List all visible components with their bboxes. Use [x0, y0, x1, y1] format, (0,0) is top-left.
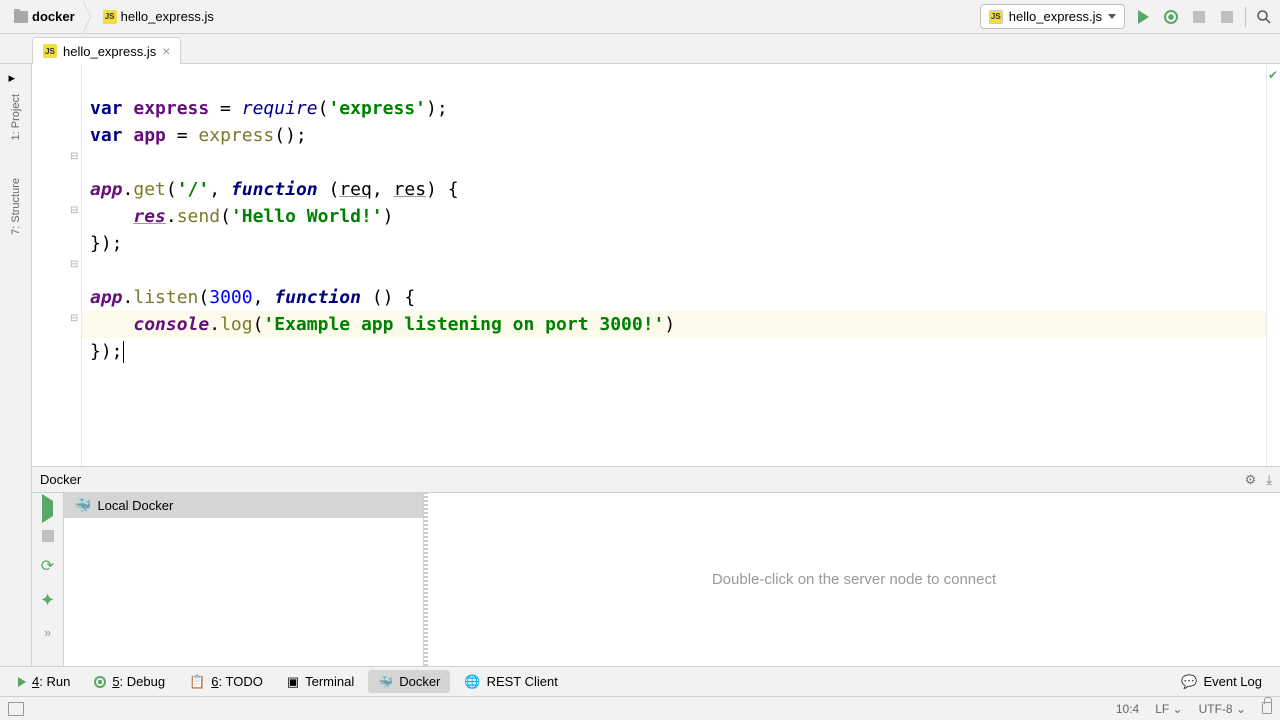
docker-whale-icon: 🐳 — [74, 497, 91, 514]
top-bar: docker JS hello_express.js JS hello_expr… — [0, 0, 1280, 34]
file-tabs: JS hello_express.js × — [0, 34, 1280, 64]
js-file-icon: JS — [43, 44, 57, 58]
docker-toolbar: ⟳ ✦ » — [32, 493, 64, 666]
bottom-tool-tabs: 4: Run 5: Debug 📋6: TODO ▣Terminal 🐳Dock… — [0, 666, 1280, 696]
tab-docker[interactable]: 🐳Docker — [368, 670, 450, 693]
search-icon — [1256, 9, 1272, 25]
status-bar: 10:4 LF ⌄ UTF-8 ⌄ — [0, 696, 1280, 720]
breadcrumb-file[interactable]: JS hello_express.js — [95, 6, 222, 27]
chevron-down-icon — [1108, 14, 1116, 19]
balloon-icon: 💬 — [1181, 674, 1197, 690]
overview-ruler[interactable]: ✔ — [1266, 64, 1280, 466]
line-separator[interactable]: LF ⌄ — [1155, 702, 1182, 716]
tab-rest-client[interactable]: 🌐REST Client — [454, 670, 567, 694]
debug-button[interactable] — [1161, 7, 1181, 27]
play-icon — [18, 677, 26, 687]
js-file-icon: JS — [989, 10, 1003, 24]
file-encoding[interactable]: UTF-8 ⌄ — [1199, 702, 1246, 716]
code-editor[interactable]: ⊟ ⊟ ⊟ ⊟ var express = require('express')… — [32, 64, 1280, 466]
file-tab-label: hello_express.js — [63, 44, 156, 59]
search-button[interactable] — [1254, 7, 1274, 27]
stop-button-2[interactable] — [1217, 7, 1237, 27]
status-right: 10:4 LF ⌄ UTF-8 ⌄ — [1116, 702, 1272, 716]
panel-hide-button[interactable]: ⤓ — [1266, 472, 1272, 488]
left-tool-strip: ▸ 1: Project 7: Structure — [0, 64, 32, 666]
project-tool-button[interactable]: 1: Project — [10, 86, 22, 148]
close-tab-button[interactable]: × — [162, 43, 170, 59]
todo-icon: 📋 — [189, 674, 205, 690]
docker-panel: Docker ⚙ ⤓ ⟳ ✦ » 🐳 Local Docker — [32, 466, 1280, 666]
tab-debug[interactable]: 5: Debug — [84, 670, 175, 693]
file-tab[interactable]: JS hello_express.js × — [32, 37, 181, 64]
code-area[interactable]: var express = require('express'); var ap… — [82, 64, 1266, 466]
bug-icon — [94, 676, 106, 688]
breadcrumb-folder[interactable]: docker — [6, 6, 83, 27]
docker-more-button[interactable]: » — [44, 625, 51, 640]
structure-tool-button[interactable]: 7: Structure — [10, 170, 22, 243]
docker-hint: Double-click on the server node to conne… — [712, 571, 996, 588]
docker-add-button[interactable]: ✦ — [40, 590, 55, 611]
rest-icon: 🌐 — [464, 674, 480, 690]
stop-button[interactable] — [1189, 7, 1209, 27]
js-file-icon: JS — [103, 10, 117, 24]
breadcrumb: docker JS hello_express.js — [6, 6, 980, 27]
breadcrumb-folder-label: docker — [32, 9, 75, 24]
lock-icon[interactable] — [1262, 702, 1272, 714]
inspection-ok-icon: ✔ — [1268, 68, 1278, 82]
terminal-icon: ▣ — [287, 674, 299, 690]
bug-icon — [1164, 10, 1178, 24]
docker-tree[interactable]: 🐳 Local Docker — [64, 493, 424, 666]
tab-run[interactable]: 4: Run — [8, 670, 80, 693]
tab-todo[interactable]: 📋6: TODO — [179, 670, 273, 694]
run-button[interactable] — [1133, 7, 1153, 27]
project-tool-icon[interactable]: ▸ — [9, 70, 23, 84]
event-log-button[interactable]: 💬Event Log — [1171, 670, 1272, 694]
tab-terminal[interactable]: ▣Terminal — [277, 670, 364, 694]
folder-icon — [14, 11, 28, 23]
docker-whale-icon: 🐳 — [378, 675, 393, 689]
docker-panel-body: ⟳ ✦ » 🐳 Local Docker Double-click on the… — [32, 493, 1280, 666]
status-message-icon[interactable] — [8, 702, 24, 716]
stop-icon — [1221, 11, 1233, 23]
docker-connect-button[interactable] — [42, 501, 53, 516]
breadcrumb-file-label: hello_express.js — [121, 9, 214, 24]
docker-panel-header: Docker ⚙ ⤓ — [32, 467, 1280, 493]
line-gutter: ⊟ ⊟ ⊟ ⊟ — [32, 64, 82, 466]
toolbar: JS hello_express.js — [980, 4, 1274, 29]
editor-region: ⊟ ⊟ ⊟ ⊟ var express = require('express')… — [32, 64, 1280, 666]
docker-panel-title: Docker — [40, 472, 81, 487]
caret-position[interactable]: 10:4 — [1116, 702, 1139, 716]
run-config-label: hello_express.js — [1009, 9, 1102, 24]
text-cursor — [123, 341, 124, 363]
main: ▸ 1: Project 7: Structure ⊟ ⊟ ⊟ ⊟ var ex… — [0, 64, 1280, 666]
docker-deploy-button[interactable]: ⟳ — [41, 556, 54, 576]
separator — [1245, 7, 1246, 27]
play-icon — [1138, 10, 1149, 24]
panel-settings-button[interactable]: ⚙ — [1245, 472, 1257, 488]
docker-detail-pane: Double-click on the server node to conne… — [428, 493, 1280, 666]
docker-server-label: Local Docker — [97, 498, 173, 513]
docker-server-node[interactable]: 🐳 Local Docker — [64, 493, 423, 518]
run-config-selector[interactable]: JS hello_express.js — [980, 4, 1125, 29]
play-icon — [42, 494, 53, 523]
docker-stop-button[interactable] — [42, 530, 54, 542]
stop-icon — [1193, 11, 1205, 23]
